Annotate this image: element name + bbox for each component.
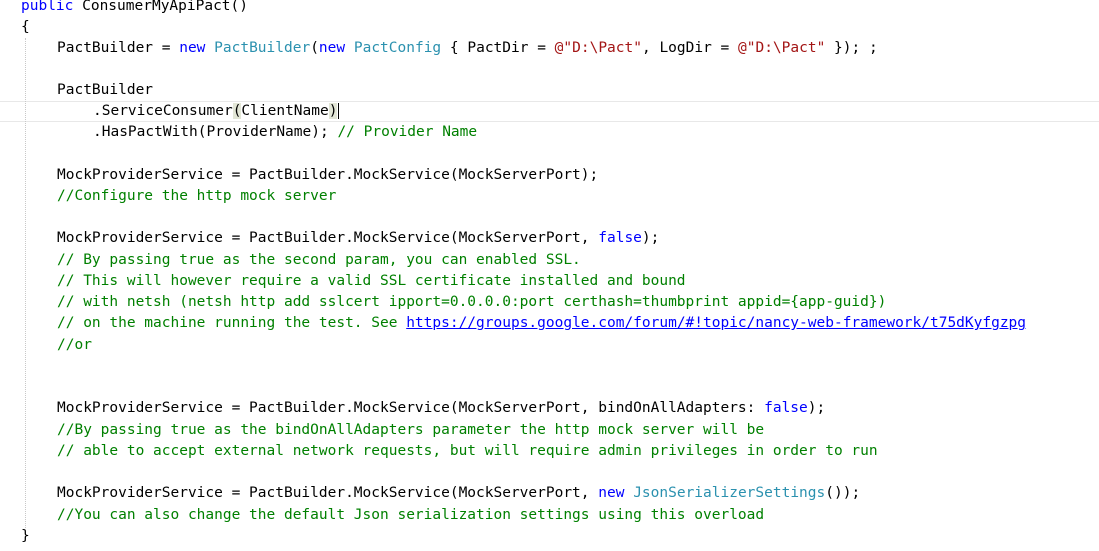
string-token: @"D:\Pact": [738, 40, 826, 56]
code-line-17: // able to accept external network reque…: [57, 441, 878, 462]
comment-token: // with netsh (netsh http add sslcert ip…: [57, 294, 887, 310]
code-text: , LogDir =: [641, 40, 739, 56]
comment-token: // Provider Name: [337, 124, 478, 140]
code-line-13: // on the machine running the test. See …: [57, 313, 1026, 334]
indent-guide: [25, 38, 26, 528]
url-link[interactable]: https://groups.google.com/forum/#!topic/…: [406, 315, 1026, 331]
string-token: @"D:\Pact": [554, 40, 642, 56]
comment-token: //Configure the http mock server: [57, 188, 337, 204]
code-line-10: // By passing true as the second param, …: [57, 250, 581, 271]
code-line-2: {: [21, 17, 30, 38]
code-line-1: public ConsumerMyApiPact(): [21, 0, 248, 17]
code-text: { PactDir =: [441, 40, 555, 56]
code-line-6: .HasPactWith(ProviderName); // Provider …: [93, 122, 477, 143]
code-line-15: MockProviderService = PactBuilder.MockSe…: [57, 398, 825, 419]
keyword-token: new: [598, 485, 625, 501]
code-text: MockProviderService = PactBuilder.MockSe…: [57, 485, 599, 501]
comment-token: //You can also change the default Json s…: [57, 507, 765, 523]
code-text: PactBuilder =: [57, 40, 180, 56]
code-line-11: // This will however require a valid SSL…: [57, 271, 686, 292]
method-signature: ConsumerMyApiPact(): [73, 0, 248, 14]
code-text: }); ;: [825, 40, 878, 56]
keyword-token: false: [598, 230, 642, 246]
type-token: JsonSerializerSettings: [633, 485, 826, 501]
code-text: .HasPactWith(ProviderName);: [93, 124, 338, 140]
code-line-20: }: [21, 526, 30, 547]
code-line-3: PactBuilder = new PactBuilder(new PactCo…: [57, 38, 878, 59]
code-line-9: MockProviderService = PactBuilder.MockSe…: [57, 228, 659, 249]
code-line-4: PactBuilder: [57, 80, 153, 101]
code-text: MockProviderService = PactBuilder.MockSe…: [57, 400, 765, 416]
code-text: );: [641, 230, 660, 246]
text-caret: [338, 103, 340, 119]
code-line-5: .ServiceConsumer(ClientName): [93, 101, 340, 122]
code-text: (: [310, 40, 319, 56]
code-line-16: //By passing true as the bindOnAllAdapte…: [57, 420, 764, 441]
code-line-19: //You can also change the default Json s…: [57, 505, 764, 526]
comment-token: // on the machine running the test. See: [57, 315, 407, 331]
comment-token: //or: [57, 337, 92, 353]
code-text: ClientName: [241, 103, 329, 119]
code-line-18: MockProviderService = PactBuilder.MockSe…: [57, 483, 860, 504]
open-brace: {: [21, 19, 30, 35]
code-line-8: //Configure the http mock server: [57, 186, 336, 207]
type-token: PactBuilder: [214, 40, 311, 56]
comment-token: // By passing true as the second param, …: [57, 252, 581, 268]
code-line-12: // with netsh (netsh http add sslcert ip…: [57, 292, 886, 313]
code-text: .ServiceConsumer: [93, 103, 233, 119]
keyword-token: new: [318, 40, 346, 56]
comment-token: //By passing true as the bindOnAllAdapte…: [57, 422, 765, 438]
type-token: PactConfig: [353, 40, 442, 56]
close-brace: }: [21, 528, 30, 544]
keyword-token: public: [21, 0, 74, 14]
brace-match-highlight: ): [328, 103, 338, 119]
code-line-14: //or: [57, 335, 92, 356]
comment-token: // This will however require a valid SSL…: [57, 273, 686, 289]
keyword-token: false: [764, 400, 808, 416]
keyword-token: new: [179, 40, 206, 56]
comment-token: // able to accept external network reque…: [57, 443, 878, 459]
code-text: );: [807, 400, 826, 416]
code-text: MockProviderService = PactBuilder.MockSe…: [57, 167, 599, 183]
code-text: MockProviderService = PactBuilder.MockSe…: [57, 230, 599, 246]
code-line-7: MockProviderService = PactBuilder.MockSe…: [57, 165, 598, 186]
code-editor[interactable]: public ConsumerMyApiPact() { PactBuilder…: [0, 0, 1099, 551]
code-text: PactBuilder: [57, 82, 154, 98]
code-text: ());: [825, 485, 861, 501]
